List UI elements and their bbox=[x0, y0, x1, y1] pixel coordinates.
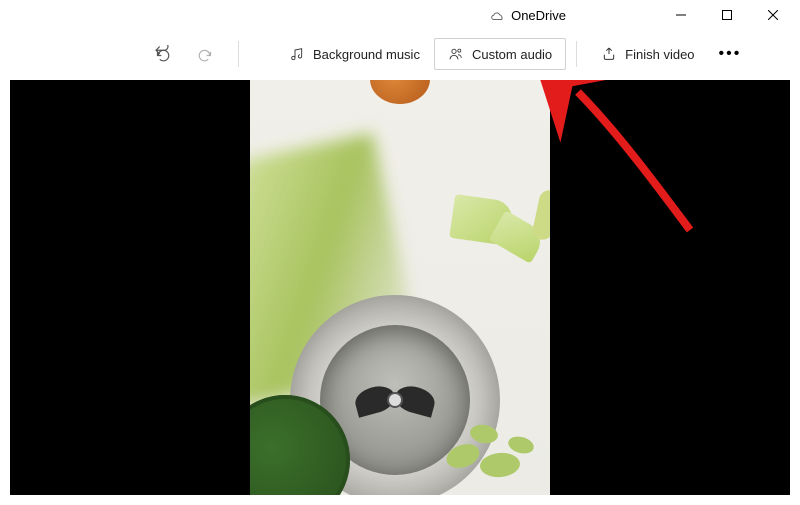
finish-video-label: Finish video bbox=[625, 47, 694, 62]
custom-audio-button[interactable]: Custom audio bbox=[434, 38, 566, 70]
title-bar: OneDrive bbox=[0, 0, 800, 30]
maximize-button[interactable] bbox=[704, 0, 750, 30]
more-options-button[interactable]: ••• bbox=[709, 45, 752, 63]
onedrive-cloud-icon bbox=[490, 8, 505, 23]
toolbar-separator bbox=[576, 41, 577, 67]
undo-button[interactable] bbox=[140, 34, 184, 74]
music-note-icon bbox=[289, 46, 305, 62]
finish-video-button[interactable]: Finish video bbox=[587, 38, 708, 70]
toolbar: Background music Custom audio Finish vid… bbox=[0, 30, 800, 78]
background-music-button[interactable]: Background music bbox=[275, 38, 434, 70]
window-controls bbox=[658, 0, 796, 30]
video-preview-stage[interactable] bbox=[10, 80, 790, 495]
content-area bbox=[0, 78, 800, 505]
title-bar-center: OneDrive bbox=[0, 8, 658, 23]
share-icon bbox=[601, 46, 617, 62]
people-icon bbox=[448, 46, 464, 62]
annotation-arrow bbox=[550, 80, 730, 283]
onedrive-label: OneDrive bbox=[511, 8, 566, 23]
close-button[interactable] bbox=[750, 0, 796, 30]
minimize-button[interactable] bbox=[658, 0, 704, 30]
background-music-label: Background music bbox=[313, 47, 420, 62]
redo-button[interactable] bbox=[184, 34, 228, 74]
toolbar-separator bbox=[238, 41, 239, 67]
video-frame bbox=[250, 80, 550, 495]
custom-audio-label: Custom audio bbox=[472, 47, 552, 62]
